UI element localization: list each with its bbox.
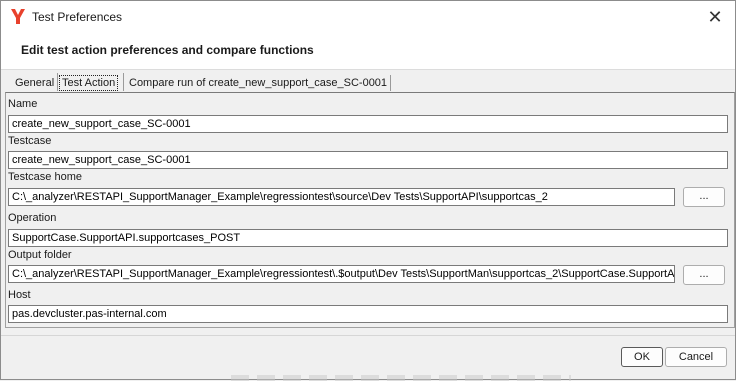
tab-test-action[interactable]: Test Action [59,75,119,91]
tab-general[interactable]: General [11,75,58,91]
testcase-home-field[interactable]: C:\_analyzer\RESTAPI_SupportManager_Exam… [8,188,675,206]
test-preferences-dialog: Test Preferences ✕ Edit test action pref… [0,0,736,381]
tab-divider [57,73,58,91]
close-icon[interactable]: ✕ [701,5,729,29]
testcase-label: Testcase [8,135,52,147]
output-folder-label: Output folder [8,249,72,261]
host-field[interactable]: pas.devcluster.pas-internal.com [8,305,728,323]
window-title: Test Preferences [32,10,123,24]
cancel-button[interactable]: Cancel [665,347,727,367]
operation-label: Operation [8,212,57,224]
title-bar[interactable]: Test Preferences ✕ [1,1,735,33]
ok-button[interactable]: OK [621,347,663,367]
testcase-field[interactable]: create_new_support_case_SC-0001 [8,151,728,169]
tab-compare-run[interactable]: Compare run of create_new_support_case_S… [125,75,392,91]
operation-field[interactable]: SupportCase.SupportAPI.supportcases_POST [8,229,728,247]
testcase-home-label: Testcase home [8,171,82,183]
output-folder-field[interactable]: C:\_analyzer\RESTAPI_SupportManager_Exam… [8,265,675,283]
name-field[interactable]: create_new_support_case_SC-0001 [8,115,728,133]
header-title: Edit test action preferences and compare… [21,43,314,57]
host-label: Host [8,289,31,301]
app-logo-icon [11,9,25,24]
output-folder-browse-button[interactable]: ... [683,265,725,285]
name-label: Name [8,98,38,110]
dialog-header: Edit test action preferences and compare… [1,33,735,70]
tab-divider [123,73,124,91]
testcase-home-browse-button[interactable]: ... [683,187,725,207]
background-window-remnant [231,375,571,381]
footer-divider [1,335,735,336]
